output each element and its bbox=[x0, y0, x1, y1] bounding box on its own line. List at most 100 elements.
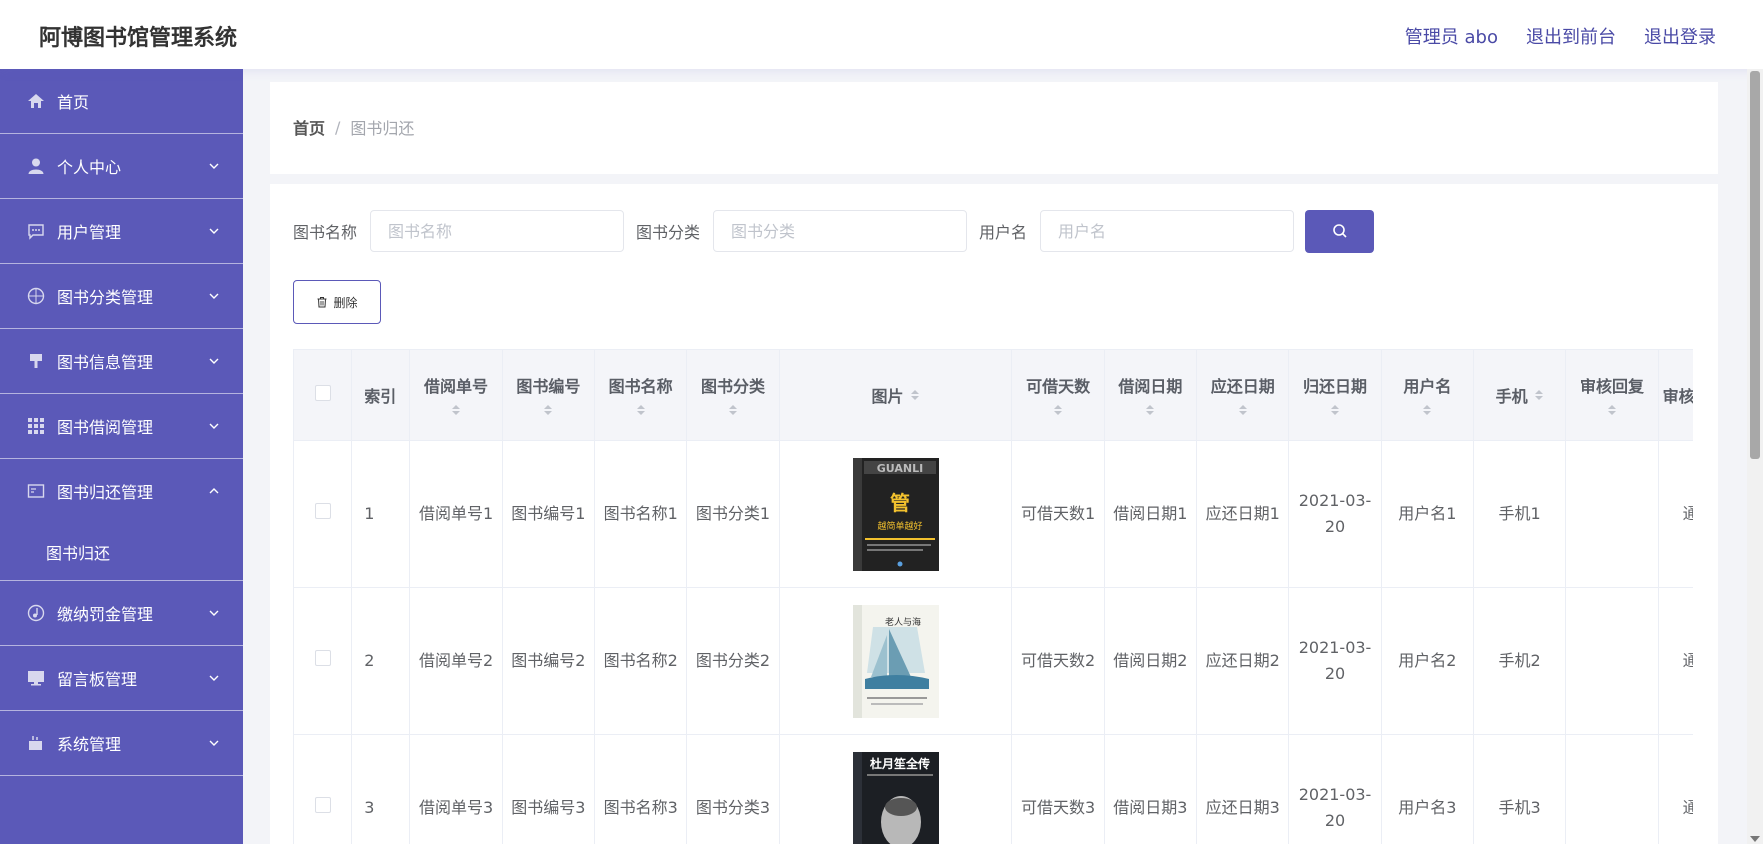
sidebar-item-label: 用户管理 bbox=[57, 223, 122, 242]
cell-return-date: 2021-03-20 bbox=[1288, 734, 1382, 844]
sort-icon[interactable] bbox=[1422, 403, 1432, 417]
col-label: 审核 bbox=[1662, 387, 1693, 406]
cell-due-date: 应还日期2 bbox=[1196, 587, 1290, 735]
row-checkbox[interactable] bbox=[314, 650, 331, 666]
brush-icon bbox=[27, 352, 45, 370]
cell-phone: 手机1 bbox=[1472, 440, 1567, 588]
admin-user-link[interactable]: 管理员 abo bbox=[1405, 23, 1498, 49]
sidebar-item-message-board[interactable]: 留言板管理 bbox=[0, 646, 243, 711]
chevron-down-icon bbox=[209, 358, 219, 364]
cell-review-reply bbox=[1565, 440, 1659, 588]
sort-icon[interactable] bbox=[451, 403, 461, 417]
scrollbar-thumb[interactable] bbox=[1750, 71, 1760, 459]
sidebar-item-personal-center[interactable]: 个人中心 bbox=[0, 134, 243, 199]
table-row[interactable]: 3 借阅单号3 图书编号3 图书名称3 图书分类3 杜月笙全传 可借天数3 借阅… bbox=[293, 734, 1693, 844]
sidebar-item-borrow-management[interactable]: 图书借阅管理 bbox=[0, 394, 243, 459]
sidebar-item-user-management[interactable]: 用户管理 bbox=[0, 199, 243, 264]
cell-book-no: 图书编号2 bbox=[501, 587, 596, 735]
sort-icon[interactable] bbox=[1238, 403, 1248, 417]
sort-icon[interactable] bbox=[910, 388, 920, 402]
book-cover-image: 杜月笙全传 bbox=[852, 751, 939, 844]
book-cover-image: 老人与海 bbox=[852, 604, 939, 718]
row-checkbox[interactable] bbox=[314, 503, 331, 519]
cell-review-status: 通 bbox=[1657, 734, 1693, 844]
sidebar-item-book-info-management[interactable]: 图书信息管理 bbox=[0, 329, 243, 394]
col-label: 审核回复 bbox=[1579, 377, 1644, 396]
cup-icon bbox=[27, 734, 45, 752]
chevron-down-icon bbox=[209, 163, 219, 169]
book-category-input[interactable] bbox=[713, 210, 968, 252]
row-select-cell bbox=[293, 734, 353, 844]
cell-book-no: 图书编号3 bbox=[501, 734, 596, 844]
sort-icon[interactable] bbox=[1053, 403, 1063, 417]
back-to-frontend-link[interactable]: 退出到前台 bbox=[1526, 23, 1616, 49]
page-scrollbar[interactable] bbox=[1747, 69, 1763, 844]
chevron-down-icon bbox=[209, 675, 219, 681]
book-name-input[interactable] bbox=[370, 210, 625, 252]
sort-icon[interactable] bbox=[728, 403, 738, 417]
sidebar-item-label: 图书信息管理 bbox=[57, 353, 154, 372]
svg-text:越简单越好: 越简单越好 bbox=[877, 520, 922, 532]
col-due-date[interactable]: 应还日期 bbox=[1196, 349, 1290, 441]
breadcrumb-current: 图书归还 bbox=[350, 119, 415, 138]
breadcrumb-home[interactable]: 首页 bbox=[293, 115, 325, 139]
cell-book-category: 图书分类1 bbox=[686, 440, 780, 588]
sidebar-item-label: 图书分类管理 bbox=[57, 288, 154, 307]
col-index: 索引 bbox=[351, 349, 411, 441]
col-review-reply[interactable]: 审核回复 bbox=[1565, 349, 1659, 441]
sort-icon[interactable] bbox=[543, 403, 553, 417]
cell-index: 3 bbox=[351, 734, 411, 844]
sidebar-subitem-book-return[interactable]: 图书归还 bbox=[0, 523, 243, 581]
cell-image: 老人与海 bbox=[778, 587, 1013, 735]
sidebar-item-fine-management[interactable]: 缴纳罚金管理 bbox=[0, 581, 243, 646]
cell-review-reply bbox=[1565, 587, 1659, 735]
col-borrow-no[interactable]: 借阅单号 bbox=[409, 349, 503, 441]
cover-title: 管 bbox=[890, 491, 910, 515]
delete-button[interactable]: 删除 bbox=[293, 280, 381, 324]
cell-book-no: 图书编号1 bbox=[501, 440, 596, 588]
col-book-no[interactable]: 图书编号 bbox=[501, 349, 596, 441]
sidebar-item-label: 个人中心 bbox=[57, 158, 122, 177]
col-image[interactable]: 图片 bbox=[778, 349, 1013, 441]
sort-icon[interactable] bbox=[1607, 403, 1617, 417]
cell-review-status: 通 bbox=[1657, 587, 1693, 735]
sidebar-item-system-management[interactable]: 系统管理 bbox=[0, 711, 243, 776]
cell-borrow-days: 可借天数1 bbox=[1011, 440, 1105, 588]
col-username[interactable]: 用户名 bbox=[1380, 349, 1474, 441]
col-review-status[interactable]: 审核 bbox=[1657, 349, 1693, 441]
sort-icon[interactable] bbox=[1145, 403, 1155, 417]
breadcrumb: 首页 / 图书归还 bbox=[293, 115, 414, 139]
cell-due-date: 应还日期3 bbox=[1196, 734, 1290, 844]
sidebar-item-home[interactable]: 首页 bbox=[0, 69, 243, 134]
table-row[interactable]: 2 借阅单号2 图书编号2 图书名称2 图书分类2 老人与海 可借天数2 借阅日… bbox=[293, 587, 1693, 735]
chevron-down-icon bbox=[209, 610, 219, 616]
sort-icon[interactable] bbox=[1534, 388, 1544, 402]
search-button[interactable] bbox=[1305, 209, 1375, 253]
col-borrow-date[interactable]: 借阅日期 bbox=[1103, 349, 1198, 441]
sidebar-item-return-management[interactable]: 图书归还管理 bbox=[0, 459, 243, 523]
cell-image: GUANLI 管 越简单越好 bbox=[778, 440, 1013, 588]
app-title: 阿博图书馆管理系统 bbox=[39, 26, 238, 51]
sort-icon[interactable] bbox=[636, 403, 646, 417]
search-icon bbox=[1332, 224, 1347, 238]
sort-icon[interactable] bbox=[1330, 403, 1340, 417]
top-links: 管理员 abo 退出到前台 退出登录 bbox=[1405, 23, 1716, 49]
col-label: 手机 bbox=[1495, 387, 1528, 406]
username-input[interactable] bbox=[1040, 210, 1295, 252]
sidebar-item-category-management[interactable]: 图书分类管理 bbox=[0, 264, 243, 329]
col-borrow-days[interactable]: 可借天数 bbox=[1011, 349, 1105, 441]
cell-borrow-date: 借阅日期2 bbox=[1103, 587, 1198, 735]
scroll-down-arrow-icon[interactable] bbox=[1750, 836, 1760, 842]
chevron-down-icon bbox=[209, 740, 219, 746]
col-phone[interactable]: 手机 bbox=[1472, 349, 1567, 441]
breadcrumb-card: 首页 / 图书归还 bbox=[270, 82, 1718, 174]
sidebar-subitem-label: 图书归还 bbox=[46, 543, 111, 563]
select-all-checkbox[interactable] bbox=[314, 385, 331, 401]
table-row[interactable]: 1 借阅单号1 图书编号1 图书名称1 图书分类1 GUANLI 管 越简单越好 bbox=[293, 440, 1693, 588]
logout-link[interactable]: 退出登录 bbox=[1644, 23, 1716, 49]
col-book-category[interactable]: 图书分类 bbox=[686, 349, 780, 441]
row-checkbox[interactable] bbox=[314, 797, 331, 813]
col-book-name[interactable]: 图书名称 bbox=[593, 349, 688, 441]
cell-index: 1 bbox=[351, 440, 411, 588]
col-return-date[interactable]: 归还日期 bbox=[1288, 349, 1382, 441]
